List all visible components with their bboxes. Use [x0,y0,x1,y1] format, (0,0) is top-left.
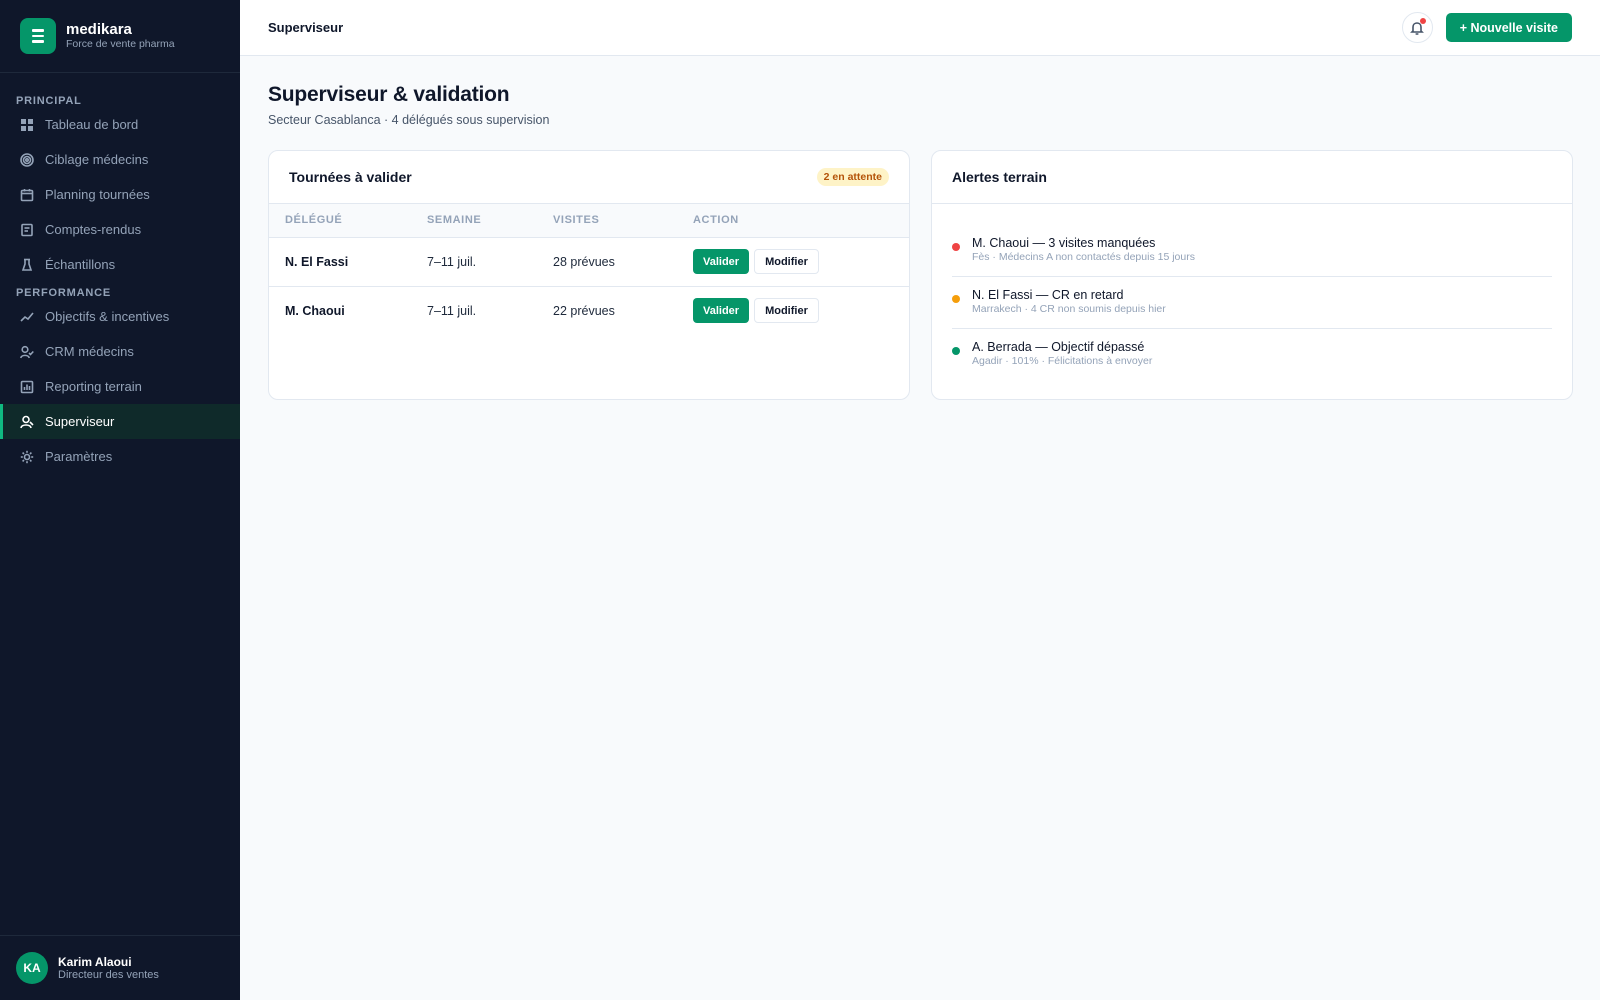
delegate-name: N. El Fassi [285,254,349,269]
status-dot-red [952,243,960,251]
brand-subtitle: Force de vente pharma [66,38,175,50]
grid-icon [20,118,34,132]
target-icon [20,152,34,167]
validate-button[interactable]: Valider [693,298,750,324]
tours-card: Tournées à valider 2 en attente DÉLÉGUÉ … [268,150,910,400]
document-icon [20,223,34,237]
sidebar-item-label: Objectifs & incentives [45,309,170,324]
user-profile[interactable]: KA Karim Alaoui Directeur des ventes [0,935,240,1000]
sidebar-item-superviseur[interactable]: Superviseur [0,404,240,439]
alert-item[interactable]: N. El Fassi — CR en retard Marrakech · 4… [952,277,1552,329]
sidebar-item-label: Reporting terrain [45,379,142,394]
sidebar-item-reporting-terrain[interactable]: Reporting terrain [0,369,240,404]
status-dot-amber [952,295,960,303]
sidebar-item-label: Superviseur [45,414,115,429]
section-label-performance: PERFORMANCE [16,287,111,299]
column-header-visites: VISITES [553,214,600,227]
sidebar-item-comptes-rendus[interactable]: Comptes-rendus [0,212,240,247]
avatar: KA [16,952,48,984]
brand[interactable]: medikara Force de vente pharma [0,0,240,73]
sidebar-item-label: Paramètres [45,449,113,464]
table-header-row: DÉLÉGUÉ SEMAINE VISITES ACTION [269,204,909,237]
section-label-principal: PRINCIPAL [16,95,82,107]
alert-title: A. Berrada — Objectif dépassé [972,340,1145,354]
page-subtitle: Secteur Casablanca · 4 délégués sous sup… [268,113,550,127]
page-header-title: Superviseur [268,20,344,35]
tours-card-title: Tournées à valider [289,169,412,185]
user-role: Directeur des ventes [58,968,159,981]
visits-cell: 22 prévues [553,303,615,318]
sidebar-item-label: Tableau de bord [45,117,139,132]
tours-table: DÉLÉGUÉ SEMAINE VISITES ACTION N. El Fas… [269,204,909,335]
alert-item[interactable]: A. Berrada — Objectif dépassé Agadir · 1… [952,329,1552,381]
sidebar-item-label: Ciblage médecins [45,152,149,167]
flask-icon [20,258,34,272]
alerts-card: Alertes terrain M. Chaoui — 3 visites ma… [931,150,1573,400]
page-title: Superviseur & validation [268,83,510,106]
week-cell: 7–11 juil. [427,303,477,318]
gear-icon [20,450,34,464]
column-header-semaine: SEMAINE [427,214,482,227]
alert-detail: Fès · Médecins A non contactés depuis 15… [972,251,1195,263]
user-name: Karim Alaoui [58,954,132,969]
alert-detail: Agadir · 101% · Félicitations à envoyer [972,355,1153,367]
pending-badge: 2 en attente [816,168,889,186]
sidebar-item-ciblage-medecins[interactable]: Ciblage médecins [0,142,240,177]
alert-detail: Marrakech · 4 CR non soumis depuis hier [972,303,1166,315]
main-content: Superviseur & validation Secteur Casabla… [268,56,1573,400]
delegate-name: M. Chaoui [285,303,345,318]
alert-title: N. El Fassi — CR en retard [972,288,1124,302]
week-cell: 7–11 juil. [427,254,477,269]
sidebar-item-planning-tournees[interactable]: Planning tournées [0,177,240,212]
column-header-delegue: DÉLÉGUÉ [285,214,343,227]
menu-logo-icon [20,18,56,54]
visits-cell: 28 prévues [553,254,615,269]
sidebar-item-parametres[interactable]: Paramètres [0,439,240,474]
chart-icon [20,380,34,394]
alert-item[interactable]: M. Chaoui — 3 visites manquées Fès · Méd… [952,225,1552,277]
column-header-action: ACTION [693,214,739,227]
brand-name: medikara [66,21,132,38]
table-row: N. El Fassi 7–11 juil. 28 prévues Valide… [269,237,909,286]
user-icon [20,415,34,429]
validate-button[interactable]: Valider [693,249,750,274]
sidebar-item-objectifs-incentives[interactable]: Objectifs & incentives [0,299,240,334]
sidebar-item-label: CRM médecins [45,344,134,359]
sidebar-item-tableau-de-bord[interactable]: Tableau de bord [0,107,240,142]
trend-icon [20,310,34,324]
sidebar-item-crm-medecins[interactable]: CRM médecins [0,334,240,369]
sidebar-item-label: Planning tournées [45,187,150,202]
user-check-icon [20,345,34,359]
status-dot-green [952,347,960,355]
calendar-icon [20,188,34,202]
alerts-card-title: Alertes terrain [952,169,1047,185]
modify-button[interactable]: Modifier [754,249,819,274]
sidebar-item-echantillons[interactable]: Échantillons [0,247,240,282]
alert-title: M. Chaoui — 3 visites manquées [972,236,1156,250]
table-row: M. Chaoui 7–11 juil. 22 prévues Valider M… [269,286,909,335]
sidebar: medikara Force de vente pharma PRINCIPAL… [0,0,240,1000]
sidebar-item-label: Comptes-rendus [45,222,142,237]
topbar: Superviseur + Nouvelle visite [240,0,1600,56]
sidebar-item-label: Échantillons [45,257,116,272]
modify-button[interactable]: Modifier [754,298,819,324]
notifications-button[interactable] [1401,12,1433,43]
new-visit-button[interactable]: + Nouvelle visite [1445,13,1572,42]
notification-dot [1419,18,1426,24]
